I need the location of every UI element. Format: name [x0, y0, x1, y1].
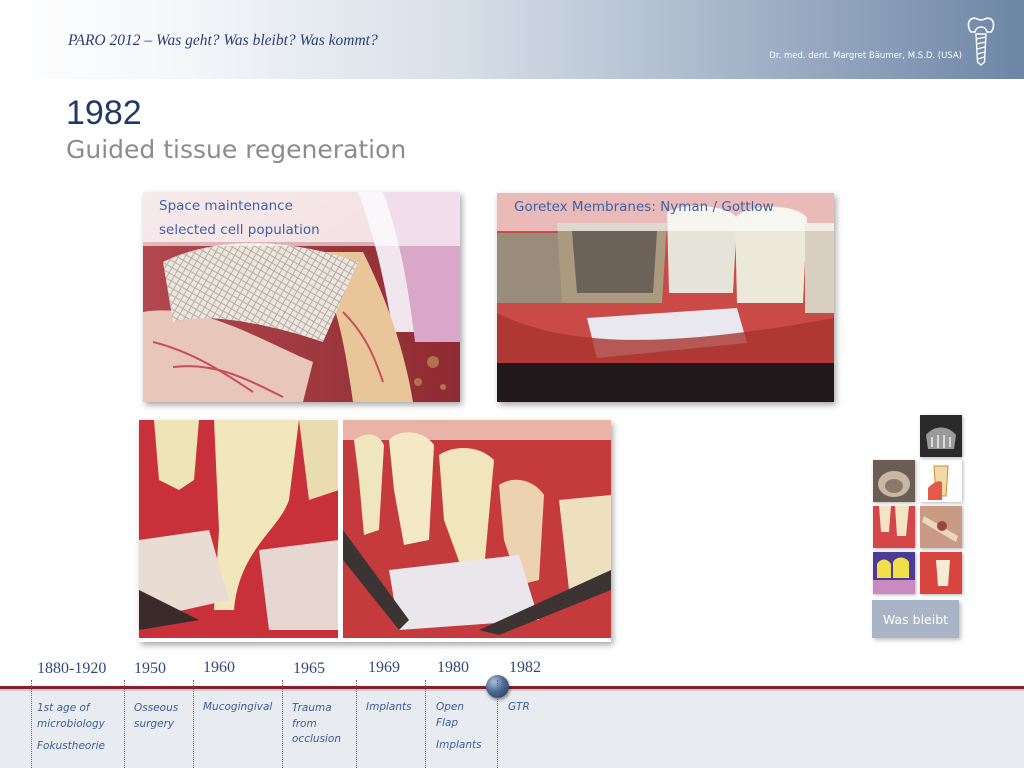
xray-thumbnail-icon: [920, 415, 962, 457]
tooth-extraction-thumbnail-icon: [920, 552, 962, 594]
thumbnail-tooth-diagram[interactable]: [920, 460, 962, 502]
author-name: Dr. med. dent. Margret Bäumer, M.S.D. (U…: [769, 51, 962, 61]
slide-year-title: 1982: [66, 94, 142, 132]
jaw-model-thumbnail-icon: [873, 460, 915, 502]
timeline-year-1960: 1960: [203, 659, 235, 676]
surgical-photo-before: [139, 420, 611, 638]
timeline-desc-line: occlusion: [292, 733, 342, 745]
timeline-year-1880-1920: 1880-1920: [37, 660, 107, 677]
timeline-divider: [356, 680, 357, 768]
was-bleibt-button[interactable]: Was bleibt: [872, 600, 959, 638]
timeline-desc-line: Open: [436, 701, 465, 713]
illustration-caption: Space maintenance selected cell populati…: [143, 192, 460, 246]
timeline-year-1969: 1969: [368, 659, 400, 676]
timeline-year-1982: 1982: [509, 659, 541, 676]
caption-goretex-membranes: Goretex Membranes: Nyman / Gottlow: [514, 199, 774, 215]
timeline-desc-1880-1920: 1st age of microbiology Fokustheorie: [37, 701, 105, 755]
thumbnail-jaw-model[interactable]: [873, 460, 915, 502]
timeline-desc-extra: Implants: [436, 739, 482, 751]
thumbnail-surgery[interactable]: [920, 506, 962, 548]
timeline-divider: [31, 680, 32, 768]
timeline-desc-1969: Implants: [366, 700, 412, 716]
timeline-year-1950: 1950: [134, 660, 166, 677]
timeline-desc-1950: Osseous surgery: [134, 701, 178, 732]
timeline-desc-1982: GTR: [508, 700, 530, 716]
crowns-thumbnail-icon: [873, 552, 915, 594]
tooth-diagram-thumbnail-icon: [920, 460, 962, 502]
gtr-illustration-image: Space maintenance selected cell populati…: [143, 192, 460, 402]
timeline-desc-1960: Mucogingival: [203, 700, 272, 716]
gingiva-thumbnail-icon: [873, 506, 915, 548]
presentation-title: PARO 2012 – Was geht? Was bleibt? Was ko…: [68, 32, 378, 49]
timeline-divider: [282, 680, 283, 768]
timeline-desc-line: from: [292, 717, 317, 730]
thumbnail-tooth-extraction[interactable]: [920, 552, 962, 594]
timeline-divider: [124, 680, 125, 768]
caption-cell-population: selected cell population: [159, 222, 320, 238]
timeline-desc-line: Mucogingival: [203, 701, 273, 713]
timeline-year-1980: 1980: [437, 659, 469, 676]
timeline-divider: [497, 680, 498, 768]
timeline-desc-extra: Fokustheorie: [37, 740, 106, 752]
slide-header: PARO 2012 – Was geht? Was bleibt? Was ko…: [0, 0, 1024, 79]
timeline-desc-line: Osseous: [134, 702, 179, 714]
surgical-site-photos: [139, 420, 611, 642]
surgery-thumbnail-icon: [920, 506, 962, 548]
timeline-year-1965: 1965: [293, 660, 325, 677]
timeline-desc-line: Flap: [436, 716, 459, 729]
thumbnail-xray[interactable]: [920, 415, 962, 457]
tooth-implant-icon: [967, 17, 995, 66]
caption-space-maintenance: Space maintenance: [159, 198, 293, 214]
timeline-desc-line: surgery: [134, 717, 175, 730]
timeline-desc-line: 1st age of: [37, 702, 90, 714]
thumbnail-crowns[interactable]: [873, 552, 915, 594]
timeline-desc-1980: Open Flap Implants: [436, 700, 482, 754]
timeline-divider: [425, 680, 426, 768]
timeline-divider: [193, 680, 194, 768]
goretex-membrane-photo: Goretex Membranes: Nyman / Gottlow: [497, 193, 834, 402]
timeline-desc-line: GTR: [508, 701, 530, 713]
thumbnail-gingiva[interactable]: [873, 506, 915, 548]
slide-subtitle: Guided tissue regeneration: [66, 135, 407, 164]
membrane-caption: Goretex Membranes: Nyman / Gottlow: [497, 193, 834, 231]
timeline-desc-1965: Trauma from occlusion: [292, 701, 341, 748]
timeline-desc-line: microbiology: [37, 717, 105, 730]
timeline-desc-line: Trauma: [292, 702, 332, 714]
timeline-desc-line: Implants: [366, 701, 412, 713]
